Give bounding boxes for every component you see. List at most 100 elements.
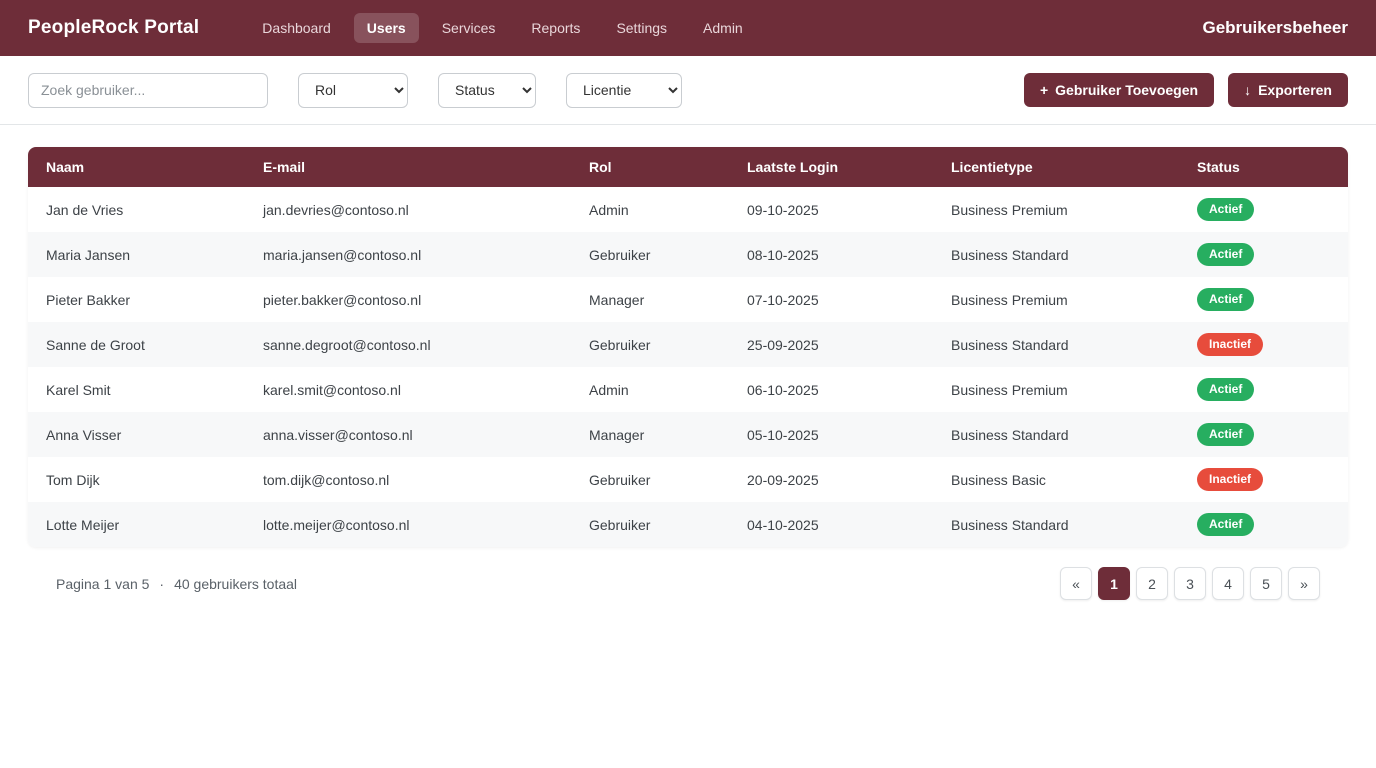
user-license: Business Premium [933, 367, 1179, 412]
app-title: PeopleRock Portal [28, 17, 199, 39]
add-user-label: Gebruiker Toevoegen [1055, 82, 1198, 98]
user-email: anna.visser@contoso.nl [245, 412, 571, 457]
user-last-login: 04-10-2025 [729, 502, 933, 547]
user-status-cell: Actief [1179, 412, 1348, 457]
user-email: jan.devries@contoso.nl [245, 187, 571, 232]
user-status-cell: Actief [1179, 502, 1348, 547]
page-button-2[interactable]: 2 [1136, 567, 1168, 600]
user-license: Business Premium [933, 187, 1179, 232]
user-role: Admin [571, 367, 729, 412]
export-label: Exporteren [1258, 82, 1332, 98]
user-email: sanne.degroot@contoso.nl [245, 322, 571, 367]
page-button-5[interactable]: 5 [1250, 567, 1282, 600]
nav-item-users[interactable]: Users [354, 13, 419, 43]
user-last-login: 07-10-2025 [729, 277, 933, 322]
plus-icon: + [1040, 82, 1048, 98]
status-badge: Actief [1197, 288, 1254, 310]
summary-separator: · [159, 576, 164, 592]
filter-bar: Rol Status Licentie + Gebruiker Toevoege… [0, 56, 1376, 125]
top-navbar: PeopleRock Portal Dashboard Users Services… [0, 0, 1376, 56]
user-license: Business Standard [933, 322, 1179, 367]
page-info: Pagina 1 van 5 [56, 576, 149, 592]
user-last-login: 08-10-2025 [729, 232, 933, 277]
prev-page-button[interactable]: « [1060, 567, 1092, 600]
user-role: Manager [571, 412, 729, 457]
nav-item-reports[interactable]: Reports [518, 13, 593, 43]
export-button[interactable]: ↓ Exporteren [1228, 73, 1348, 107]
user-status-cell: Inactief [1179, 322, 1348, 367]
user-email: lotte.meijer@contoso.nl [245, 502, 571, 547]
nav-item-services[interactable]: Services [429, 13, 509, 43]
user-name: Lotte Meijer [28, 502, 245, 547]
column-header-naam: Naam [28, 147, 245, 187]
nav-item-dashboard[interactable]: Dashboard [249, 13, 344, 43]
user-license: Business Premium [933, 277, 1179, 322]
column-header-rol: Rol [571, 147, 729, 187]
column-header-licentietype: Licentietype [933, 147, 1179, 187]
user-name: Jan de Vries [28, 187, 245, 232]
pagination-bar: Pagina 1 van 5 · 40 gebruikers totaal «1… [28, 567, 1348, 600]
page-button-4[interactable]: 4 [1212, 567, 1244, 600]
table-header-row: NaamE-mailRolLaatste LoginLicentietypeSt… [28, 147, 1348, 187]
main-nav: Dashboard Users Services Reports Settings Adm… [249, 13, 755, 43]
status-badge: Actief [1197, 513, 1254, 535]
user-name: Maria Jansen [28, 232, 245, 277]
user-role: Gebruiker [571, 457, 729, 502]
user-name: Sanne de Groot [28, 322, 245, 367]
user-last-login: 06-10-2025 [729, 367, 933, 412]
page-button-3[interactable]: 3 [1174, 567, 1206, 600]
status-badge: Inactief [1197, 333, 1263, 355]
column-header-e-mail: E-mail [245, 147, 571, 187]
column-header-status: Status [1179, 147, 1348, 187]
user-role: Gebruiker [571, 322, 729, 367]
user-role: Manager [571, 277, 729, 322]
table-row: Jan de Vriesjan.devries@contoso.nlAdmin0… [28, 187, 1348, 232]
user-name: Anna Visser [28, 412, 245, 457]
content-area: NaamE-mailRolLaatste LoginLicentietypeSt… [0, 147, 1376, 600]
add-user-button[interactable]: + Gebruiker Toevoegen [1024, 73, 1214, 107]
table-row: Pieter Bakkerpieter.bakker@contoso.nlMan… [28, 277, 1348, 322]
nav-item-settings[interactable]: Settings [603, 13, 680, 43]
page-button-1[interactable]: 1 [1098, 567, 1130, 600]
user-email: pieter.bakker@contoso.nl [245, 277, 571, 322]
user-last-login: 09-10-2025 [729, 187, 933, 232]
table-row: Anna Visseranna.visser@contoso.nlManager… [28, 412, 1348, 457]
page-title: Gebruikersbeheer [1202, 18, 1348, 38]
user-role: Admin [571, 187, 729, 232]
status-badge: Actief [1197, 423, 1254, 445]
next-page-button[interactable]: » [1288, 567, 1320, 600]
user-email: karel.smit@contoso.nl [245, 367, 571, 412]
status-badge: Actief [1197, 378, 1254, 400]
user-last-login: 25-09-2025 [729, 322, 933, 367]
users-table-container: NaamE-mailRolLaatste LoginLicentietypeSt… [28, 147, 1348, 547]
status-badge: Actief [1197, 198, 1254, 220]
status-badge: Inactief [1197, 468, 1263, 490]
user-last-login: 05-10-2025 [729, 412, 933, 457]
status-badge: Actief [1197, 243, 1254, 265]
user-role: Gebruiker [571, 502, 729, 547]
user-email: maria.jansen@contoso.nl [245, 232, 571, 277]
user-license: Business Basic [933, 457, 1179, 502]
table-row: Sanne de Grootsanne.degroot@contoso.nlGe… [28, 322, 1348, 367]
status-filter-select[interactable]: Status [438, 73, 536, 108]
user-status-cell: Inactief [1179, 457, 1348, 502]
nav-item-admin[interactable]: Admin [690, 13, 756, 43]
user-name: Karel Smit [28, 367, 245, 412]
table-row: Tom Dijktom.dijk@contoso.nlGebruiker20-0… [28, 457, 1348, 502]
user-status-cell: Actief [1179, 187, 1348, 232]
user-status-cell: Actief [1179, 367, 1348, 412]
download-arrow-icon: ↓ [1244, 82, 1251, 98]
users-table: NaamE-mailRolLaatste LoginLicentietypeSt… [28, 147, 1348, 547]
role-filter-select[interactable]: Rol [298, 73, 408, 108]
user-role: Gebruiker [571, 232, 729, 277]
table-row: Karel Smitkarel.smit@contoso.nlAdmin06-1… [28, 367, 1348, 412]
user-name: Pieter Bakker [28, 277, 245, 322]
search-input[interactable] [28, 73, 268, 108]
user-last-login: 20-09-2025 [729, 457, 933, 502]
user-status-cell: Actief [1179, 232, 1348, 277]
table-row: Maria Jansenmaria.jansen@contoso.nlGebru… [28, 232, 1348, 277]
pager: «12345» [1060, 567, 1320, 600]
license-filter-select[interactable]: Licentie [566, 73, 682, 108]
user-license: Business Standard [933, 412, 1179, 457]
user-email: tom.dijk@contoso.nl [245, 457, 571, 502]
